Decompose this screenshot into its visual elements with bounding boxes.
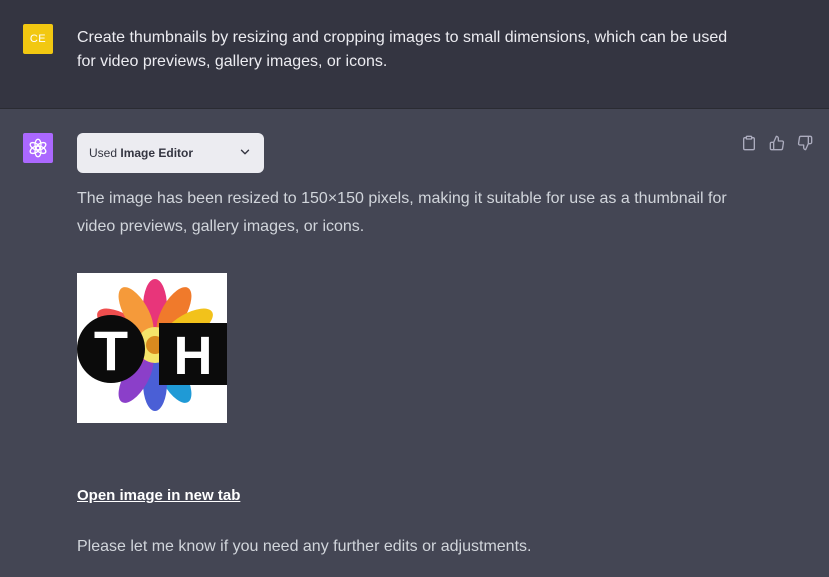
clipboard-icon[interactable]: [741, 135, 759, 153]
used-tool-dropdown[interactable]: Used Image Editor: [77, 133, 264, 173]
user-message: CE Create thumbnails by resizing and cro…: [0, 0, 829, 109]
user-message-text: Create thumbnails by resizing and croppi…: [77, 29, 728, 70]
assistant-paragraph-1: The image has been resized to 150×150 pi…: [77, 190, 727, 235]
openai-logo-icon: [23, 133, 53, 163]
open-image-link[interactable]: Open image in new tab: [77, 487, 240, 504]
assistant-paragraph-2: Please let me know if you need any furth…: [77, 538, 532, 555]
user-avatar: CE: [23, 24, 53, 54]
message-actions: [741, 135, 815, 153]
chevron-down-icon: [238, 145, 252, 162]
assistant-message: Used Image Editor The image has been res…: [0, 109, 829, 577]
thumbs-up-icon[interactable]: [769, 135, 787, 153]
thumbnail-letter-h: H: [174, 326, 213, 386]
thumbnail-letter-t: T: [94, 319, 128, 382]
tool-pill-label: Used Image Editor: [89, 146, 194, 160]
thumbnail-image: T H: [77, 273, 227, 423]
thumbs-down-icon[interactable]: [797, 135, 815, 153]
